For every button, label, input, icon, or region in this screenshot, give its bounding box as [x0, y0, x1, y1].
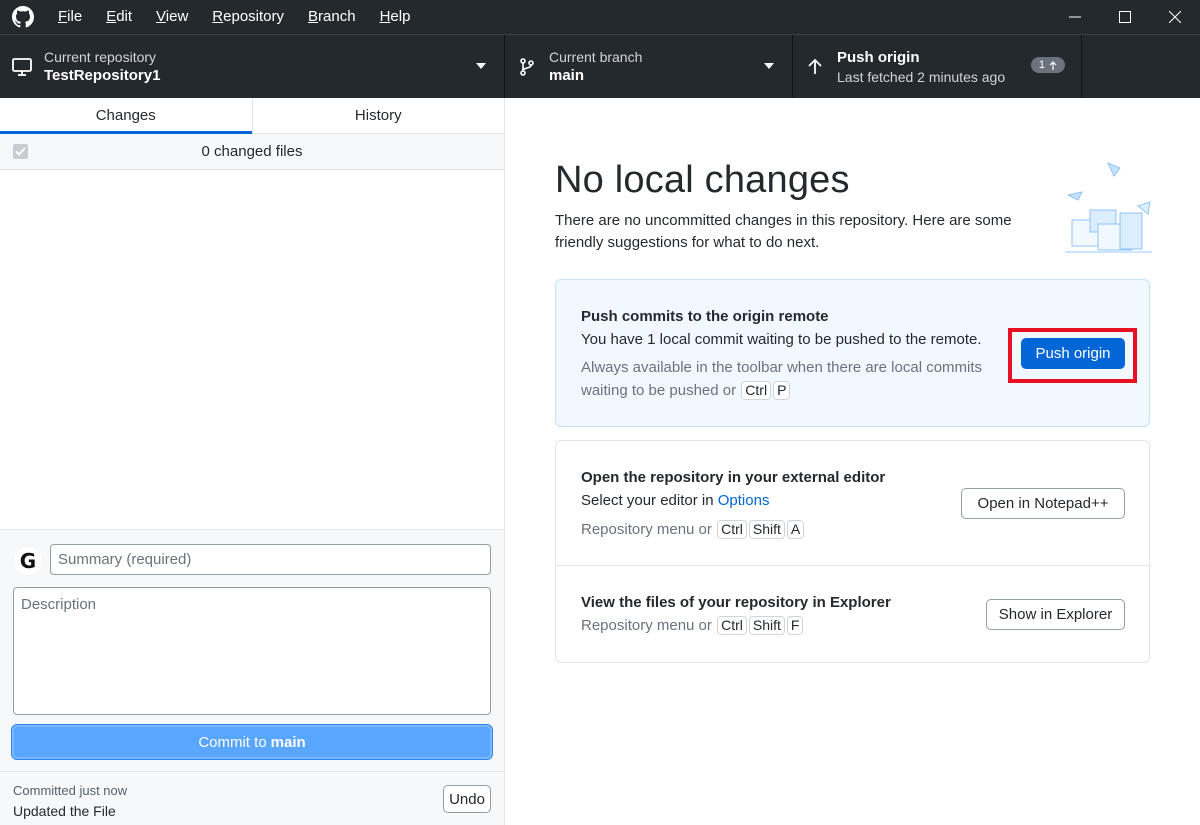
chevron-down-icon — [764, 63, 774, 69]
sidebar-tabs: Changes History — [0, 98, 504, 134]
suggestions-card: Open the repository in your external edi… — [555, 440, 1150, 663]
maximize-button[interactable] — [1100, 0, 1150, 34]
shortcut-key: Ctrl — [717, 616, 747, 635]
desktop-icon — [0, 57, 44, 77]
show-in-explorer-row: View the files of your repository in Exp… — [556, 441, 1149, 662]
shortcut-key: F — [786, 616, 804, 635]
menu-repository[interactable]: Repository — [200, 0, 296, 34]
window-controls — [1050, 0, 1200, 34]
last-fetched-text: Last fetched 2 minutes ago — [837, 68, 1006, 85]
shortcut-key: Shift — [748, 616, 785, 635]
undo-button[interactable]: Undo — [443, 785, 491, 813]
push-card-hint-line1: Always available in the toolbar when the… — [581, 359, 983, 376]
toolbar: Current repository TestRepository1 Curre… — [0, 34, 1200, 98]
explorer-card-hint-prefix: Repository menu or — [581, 617, 712, 634]
shortcut-key: Ctrl — [741, 381, 772, 400]
current-repository-dropdown[interactable]: Current repository TestRepository1 — [0, 35, 505, 98]
last-commit-panel: Committed just now Updated the File Undo — [0, 771, 504, 825]
changed-files-count: 0 changed files — [201, 143, 303, 160]
arrow-up-icon — [793, 58, 837, 76]
tab-changes[interactable]: Changes — [0, 98, 252, 134]
last-commit-message: Updated the File — [13, 803, 116, 819]
explorer-card-title: View the files of your repository in Exp… — [581, 594, 891, 611]
arrow-up-icon — [1049, 60, 1057, 70]
tab-history[interactable]: History — [251, 98, 505, 133]
commit-button[interactable]: Commit to main — [11, 724, 493, 760]
commit-message-panel: G Commit to main — [0, 529, 504, 771]
current-repository-label: Current repository — [44, 48, 157, 65]
avatar: G — [14, 547, 42, 575]
push-origin-title: Push origin — [837, 48, 920, 66]
minimize-button[interactable] — [1050, 0, 1100, 34]
check-icon — [15, 147, 26, 156]
description-input[interactable] — [13, 587, 491, 715]
menu-help[interactable]: Help — [368, 0, 423, 34]
menu-edit[interactable]: Edit — [94, 0, 144, 34]
menu-view[interactable]: View — [144, 0, 200, 34]
push-card-description: You have 1 local commit waiting to be pu… — [581, 331, 982, 348]
close-icon — [1169, 11, 1181, 23]
minimize-icon — [1069, 16, 1081, 18]
current-branch-label: Current branch — [549, 48, 643, 65]
last-commit-time: Committed just now — [13, 783, 128, 798]
changed-files-header: 0 changed files — [0, 134, 504, 170]
ahead-count-badge: 1 — [1030, 57, 1065, 73]
branch-name: main — [549, 66, 585, 84]
commit-button-branch: main — [270, 733, 306, 751]
show-in-explorer-button[interactable]: Show in Explorer — [986, 599, 1125, 630]
close-button[interactable] — [1150, 0, 1200, 34]
shortcut-key: P — [773, 381, 791, 400]
push-card-hint: Always available in the toolbar when the… — [581, 356, 1001, 402]
page-subtitle: There are no uncommitted changes in this… — [555, 212, 1012, 251]
repository-name: TestRepository1 — [44, 66, 161, 84]
title-bar: File Edit View Repository Branch Help — [0, 0, 1200, 34]
push-origin-toolbar-button[interactable]: Push origin Last fetched 2 minutes ago 1 — [793, 35, 1082, 98]
chevron-down-icon — [476, 63, 486, 69]
menu-file[interactable]: File — [46, 0, 94, 34]
menu-branch[interactable]: Branch — [296, 0, 368, 34]
current-branch-dropdown[interactable]: Current branch main — [505, 35, 793, 98]
maximize-icon — [1119, 11, 1131, 23]
push-card-hint-line2: waiting to be pushed or — [581, 382, 737, 399]
ahead-count: 1 — [1038, 59, 1045, 71]
boxes-illustration-icon — [1065, 162, 1152, 253]
push-commits-card: Push commits to the origin remote You ha… — [555, 279, 1150, 427]
github-logo-icon — [0, 0, 46, 34]
explorer-card-hint: Repository menu or Ctrl Shift F — [581, 614, 804, 637]
summary-input[interactable] — [50, 544, 491, 575]
page-title: No local changes — [555, 159, 850, 201]
push-card-title: Push commits to the origin remote — [581, 308, 829, 325]
commit-button-prefix: Commit to — [198, 733, 267, 751]
push-origin-button[interactable]: Push origin — [1021, 338, 1125, 369]
git-branch-icon — [505, 57, 549, 77]
menu-bar: File Edit View Repository Branch Help — [46, 0, 422, 34]
select-all-checkbox[interactable] — [13, 144, 28, 159]
main-content: No local changes There are no uncommitte… — [505, 98, 1200, 825]
sidebar: Changes History 0 changed files G Commit… — [0, 98, 505, 825]
